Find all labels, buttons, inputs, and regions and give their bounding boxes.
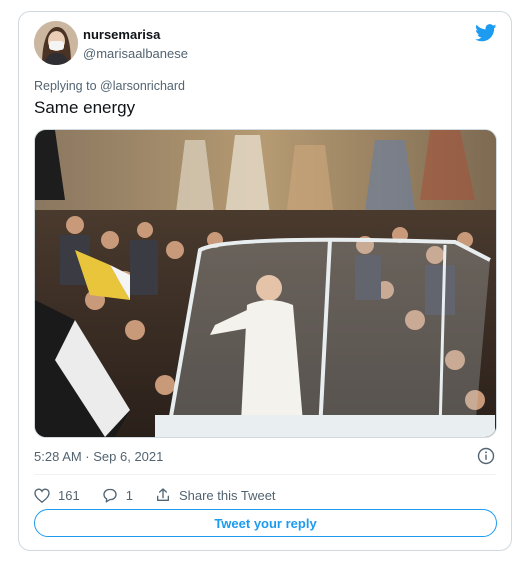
tweet-timestamp[interactable]: 5:28 AM · Sep 6, 2021 [34, 449, 163, 464]
author-block[interactable]: nursemarisa @marisaalbanese [83, 27, 188, 62]
info-icon[interactable] [477, 447, 495, 465]
twitter-bird-icon[interactable] [475, 24, 497, 42]
tweet-your-reply-button[interactable]: Tweet your reply [34, 509, 497, 537]
replying-mention-link[interactable]: @larsonrichard [100, 79, 185, 93]
share-label: Share this Tweet [178, 487, 276, 503]
tweet-actions: 161 1 Share this Tweet [34, 484, 298, 506]
reply-bubble-icon [103, 488, 117, 503]
like-button[interactable]: 161 [34, 488, 80, 503]
share-button[interactable]: Share this Tweet [155, 487, 276, 503]
replying-prefix: Replying to [34, 79, 97, 93]
tweet-card: nursemarisa @marisaalbanese Replying to … [18, 11, 512, 551]
author-username[interactable]: @marisaalbanese [83, 45, 188, 62]
author-avatar[interactable] [34, 21, 78, 65]
divider [34, 474, 496, 475]
heart-icon [34, 487, 50, 503]
reply-action-button[interactable]: 1 [102, 488, 133, 503]
share-icon [156, 488, 169, 501]
tweet-photo[interactable] [34, 129, 497, 438]
like-count: 161 [58, 487, 80, 503]
replying-to-line: Replying to @larsonrichard [34, 79, 185, 93]
reply-count: 1 [125, 487, 133, 503]
author-display-name[interactable]: nursemarisa [83, 27, 188, 43]
tweet-text: Same energy [34, 98, 136, 117]
